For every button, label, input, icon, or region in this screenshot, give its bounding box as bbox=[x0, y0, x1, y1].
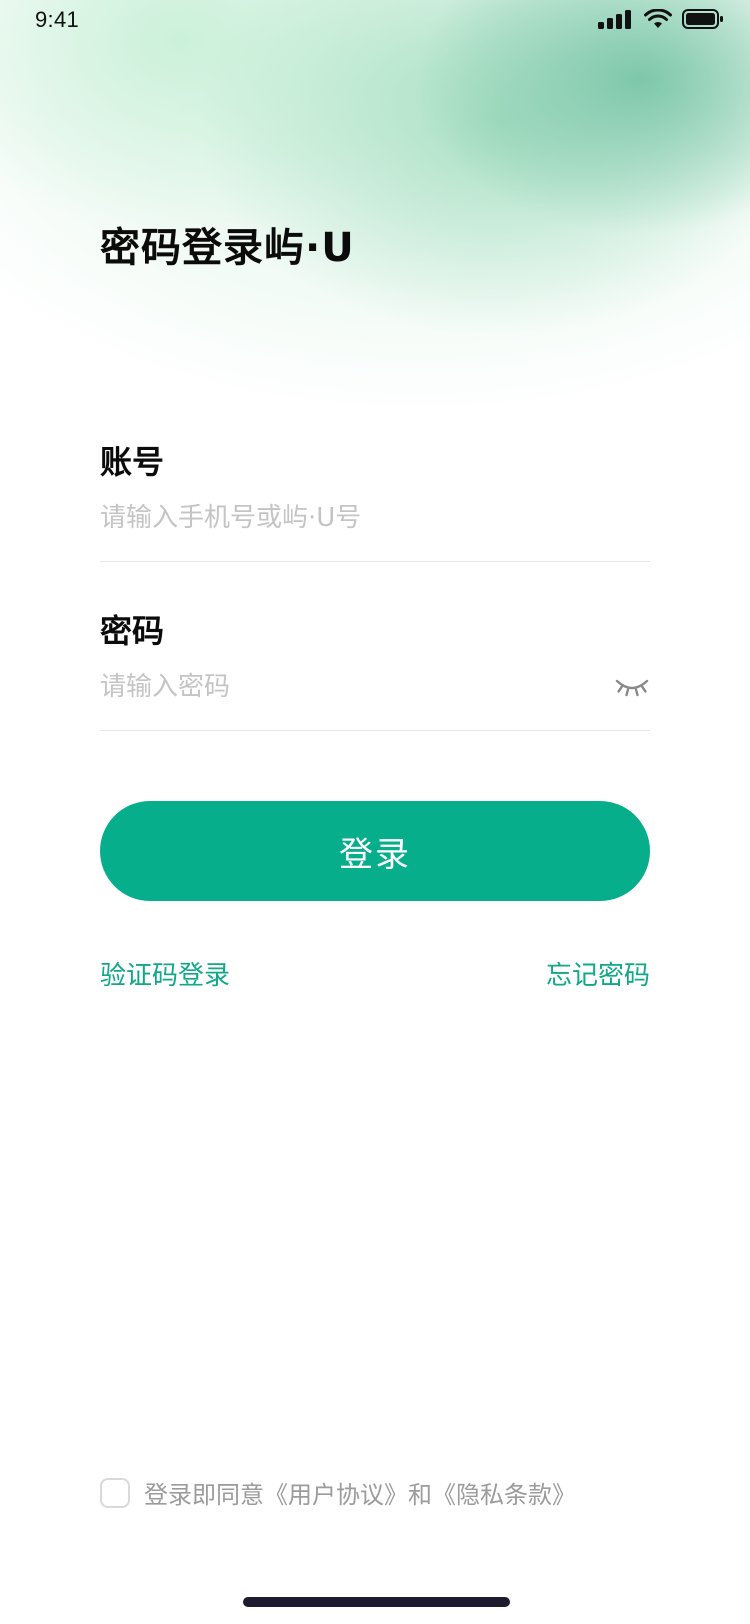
login-button[interactable]: 登录 bbox=[100, 801, 650, 901]
sms-login-link[interactable]: 验证码登录 bbox=[100, 955, 230, 992]
account-input[interactable] bbox=[100, 496, 620, 540]
password-divider bbox=[100, 730, 650, 731]
status-time: 9:41 bbox=[35, 7, 80, 32]
password-visibility-toggle[interactable] bbox=[614, 673, 650, 703]
wifi-icon bbox=[644, 9, 672, 28]
password-label: 密码 bbox=[100, 612, 165, 650]
eye-closed-icon bbox=[615, 679, 649, 697]
account-label: 账号 bbox=[100, 443, 165, 481]
battery-icon bbox=[682, 9, 723, 29]
agreement-checkbox[interactable] bbox=[100, 1477, 130, 1508]
agreement-text: 登录即同意《用户协议》和《隐私条款》 bbox=[144, 1481, 576, 1509]
cellular-signal-icon bbox=[598, 10, 631, 29]
account-divider bbox=[100, 561, 650, 562]
forgot-password-link[interactable]: 忘记密码 bbox=[546, 955, 650, 992]
status-icons bbox=[598, 9, 724, 29]
home-indicator[interactable] bbox=[243, 1597, 510, 1607]
login-screen: 9:41 密码登录屿·U 账号 密码 bbox=[0, 0, 750, 1624]
status-bar: 9:41 bbox=[0, 0, 750, 40]
agreement-row: 登录即同意《用户协议》和《隐私条款》 bbox=[100, 1475, 576, 1510]
page-title: 密码登录屿·U bbox=[100, 225, 355, 271]
password-input[interactable] bbox=[100, 665, 590, 709]
